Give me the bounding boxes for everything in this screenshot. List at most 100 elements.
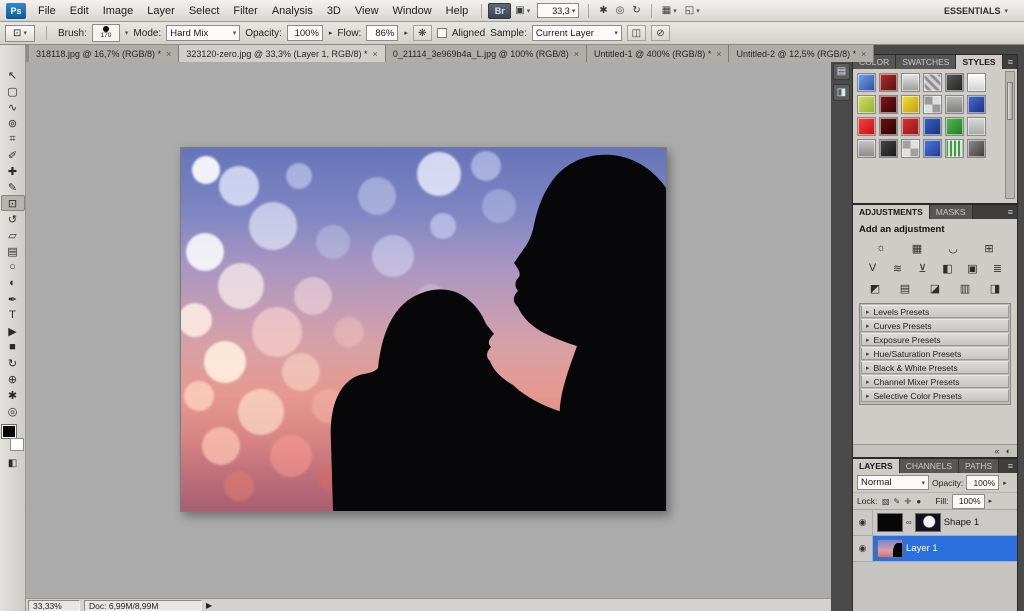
- collapse-view-icon[interactable]: «: [995, 446, 1000, 456]
- style-swatch[interactable]: [857, 117, 876, 136]
- selective-color-icon[interactable]: ◨: [986, 280, 1004, 296]
- docked-panel-icon-bottom[interactable]: ◨: [833, 84, 850, 101]
- style-swatch[interactable]: [923, 117, 942, 136]
- levels-icon[interactable]: ▦: [908, 240, 926, 256]
- aligned-checkbox[interactable]: [437, 28, 447, 38]
- style-swatch[interactable]: [879, 73, 898, 92]
- menu-item[interactable]: Filter: [226, 5, 264, 17]
- blur-tool[interactable]: ○: [1, 259, 25, 275]
- type-tool[interactable]: T: [1, 307, 25, 323]
- launch-bridge-button[interactable]: Br: [488, 3, 511, 19]
- style-swatch[interactable]: [945, 139, 964, 158]
- style-swatch[interactable]: [967, 95, 986, 114]
- lasso-tool[interactable]: ∿: [1, 99, 25, 115]
- layers-fill-field[interactable]: 100%: [952, 494, 985, 509]
- style-swatch[interactable]: [901, 117, 920, 136]
- layer-thumbnail[interactable]: [877, 513, 903, 532]
- close-icon[interactable]: ×: [574, 49, 579, 59]
- expand-arrow-icon[interactable]: ▸: [866, 364, 870, 372]
- style-swatch[interactable]: [879, 139, 898, 158]
- clip-to-layer-icon[interactable]: ◐: [1006, 446, 1011, 456]
- close-icon[interactable]: ×: [716, 49, 721, 59]
- channel-mixer-icon[interactable]: ≣: [989, 260, 1007, 276]
- document-tab[interactable]: Untitled-1 @ 400% (RGB/8) * ×: [587, 45, 729, 62]
- docked-panel-icon-top[interactable]: ▤: [833, 63, 850, 80]
- black-white-icon[interactable]: ◧: [939, 260, 957, 276]
- vibrance-icon[interactable]: V: [864, 260, 882, 276]
- layer-thumbnail[interactable]: [877, 539, 903, 558]
- status-zoom-field[interactable]: 33,33%: [28, 600, 80, 611]
- brush-preset-picker[interactable]: 170: [92, 24, 120, 42]
- visibility-eye-icon[interactable]: ◉: [853, 536, 873, 561]
- preset-group-row[interactable]: ▸ Levels Presets: [861, 305, 1009, 318]
- workspace-switcher[interactable]: ESSENTIALS▾: [944, 6, 1018, 16]
- expand-arrow-icon[interactable]: ▸: [866, 308, 870, 316]
- expand-arrow-icon[interactable]: ▸: [866, 336, 870, 344]
- arrange-documents-icon[interactable]: ▦▾: [658, 3, 681, 19]
- style-swatch[interactable]: [901, 139, 920, 158]
- zoom-level-field[interactable]: 33,3▾: [537, 3, 579, 18]
- layers-opacity-field[interactable]: 100%: [966, 475, 999, 490]
- style-swatch[interactable]: [857, 95, 876, 114]
- close-icon[interactable]: ×: [861, 49, 866, 59]
- blend-mode-select[interactable]: Hard Mix▾: [166, 25, 240, 41]
- style-swatch[interactable]: [945, 95, 964, 114]
- quick-mask-button[interactable]: ◧: [1, 455, 25, 471]
- lock-position-icon[interactable]: ✛: [902, 495, 913, 507]
- style-swatch[interactable]: [857, 73, 876, 92]
- eyedropper-tool[interactable]: ✐: [1, 147, 25, 163]
- panel-tab[interactable]: LAYERS: [853, 459, 900, 473]
- rectangular-marquee-tool[interactable]: ▢: [1, 83, 25, 99]
- gradient-map-icon[interactable]: ▥: [956, 280, 974, 296]
- sample-select[interactable]: Current Layer▾: [532, 25, 622, 41]
- menu-item[interactable]: View: [348, 5, 386, 17]
- menu-item[interactable]: 3D: [320, 5, 348, 17]
- zoom-tool[interactable]: ◎: [1, 403, 25, 419]
- style-swatch[interactable]: [923, 139, 942, 158]
- crop-tool[interactable]: ⌗: [1, 131, 25, 147]
- canvas-area[interactable]: [26, 62, 831, 598]
- panel-tab[interactable]: ADJUSTMENTS: [853, 205, 930, 219]
- rotate-view-icon[interactable]: ↻: [628, 3, 644, 19]
- layer-row-content[interactable]: ∞ Shape 1: [873, 510, 1017, 535]
- view-extras-icon[interactable]: ▣▾: [511, 3, 534, 19]
- style-swatch[interactable]: [901, 95, 920, 114]
- expand-arrow-icon[interactable]: ▸: [866, 350, 870, 358]
- close-icon[interactable]: ×: [373, 49, 378, 59]
- expand-arrow-icon[interactable]: ▸: [866, 378, 870, 386]
- preset-group-row[interactable]: ▸ Channel Mixer Presets: [861, 375, 1009, 388]
- panel-tab[interactable]: MASKS: [930, 205, 973, 219]
- lock-transparent-pixels-icon[interactable]: ▧: [880, 495, 891, 507]
- expand-arrow-icon[interactable]: ▸: [866, 322, 870, 330]
- clone-source-panel-icon[interactable]: ◫: [627, 25, 646, 41]
- background-color-swatch[interactable]: [10, 438, 24, 451]
- clone-stamp-tool[interactable]: ⊡: [1, 195, 25, 211]
- panel-tab[interactable]: SWATCHES: [896, 55, 956, 69]
- status-menu-arrow-icon[interactable]: ▶: [206, 601, 212, 610]
- layer-blend-mode-select[interactable]: Normal▾: [857, 475, 929, 490]
- menu-item[interactable]: Analysis: [265, 5, 320, 17]
- panel-tab[interactable]: CHANNELS: [900, 459, 959, 473]
- tool-preset-picker[interactable]: ⊡▾: [5, 25, 35, 42]
- eraser-tool[interactable]: ▱: [1, 227, 25, 243]
- menu-item[interactable]: Window: [386, 5, 439, 17]
- style-swatch[interactable]: [879, 95, 898, 114]
- vector-mask-thumbnail[interactable]: [915, 513, 941, 532]
- preset-group-row[interactable]: ▸ Hue/Saturation Presets: [861, 347, 1009, 360]
- document-image[interactable]: [180, 147, 667, 512]
- panel-menu-icon[interactable]: ≡: [1004, 459, 1017, 473]
- style-swatch[interactable]: [901, 73, 920, 92]
- history-brush-tool[interactable]: ↺: [1, 211, 25, 227]
- preset-group-row[interactable]: ▸ Exposure Presets: [861, 333, 1009, 346]
- opacity-field[interactable]: 100%: [287, 25, 323, 41]
- style-swatch[interactable]: [945, 117, 964, 136]
- visibility-eye-icon[interactable]: ◉: [853, 510, 873, 535]
- style-swatch[interactable]: [857, 139, 876, 158]
- menu-item[interactable]: Select: [182, 5, 227, 17]
- threshold-icon[interactable]: ◪: [926, 280, 944, 296]
- quick-selection-tool[interactable]: ⊚: [1, 115, 25, 131]
- styles-scrollbar[interactable]: [1005, 71, 1015, 199]
- app-logo-icon[interactable]: Ps: [6, 3, 26, 19]
- opacity-slider-arrow-icon[interactable]: ▸: [329, 29, 333, 37]
- style-swatch[interactable]: [967, 139, 986, 158]
